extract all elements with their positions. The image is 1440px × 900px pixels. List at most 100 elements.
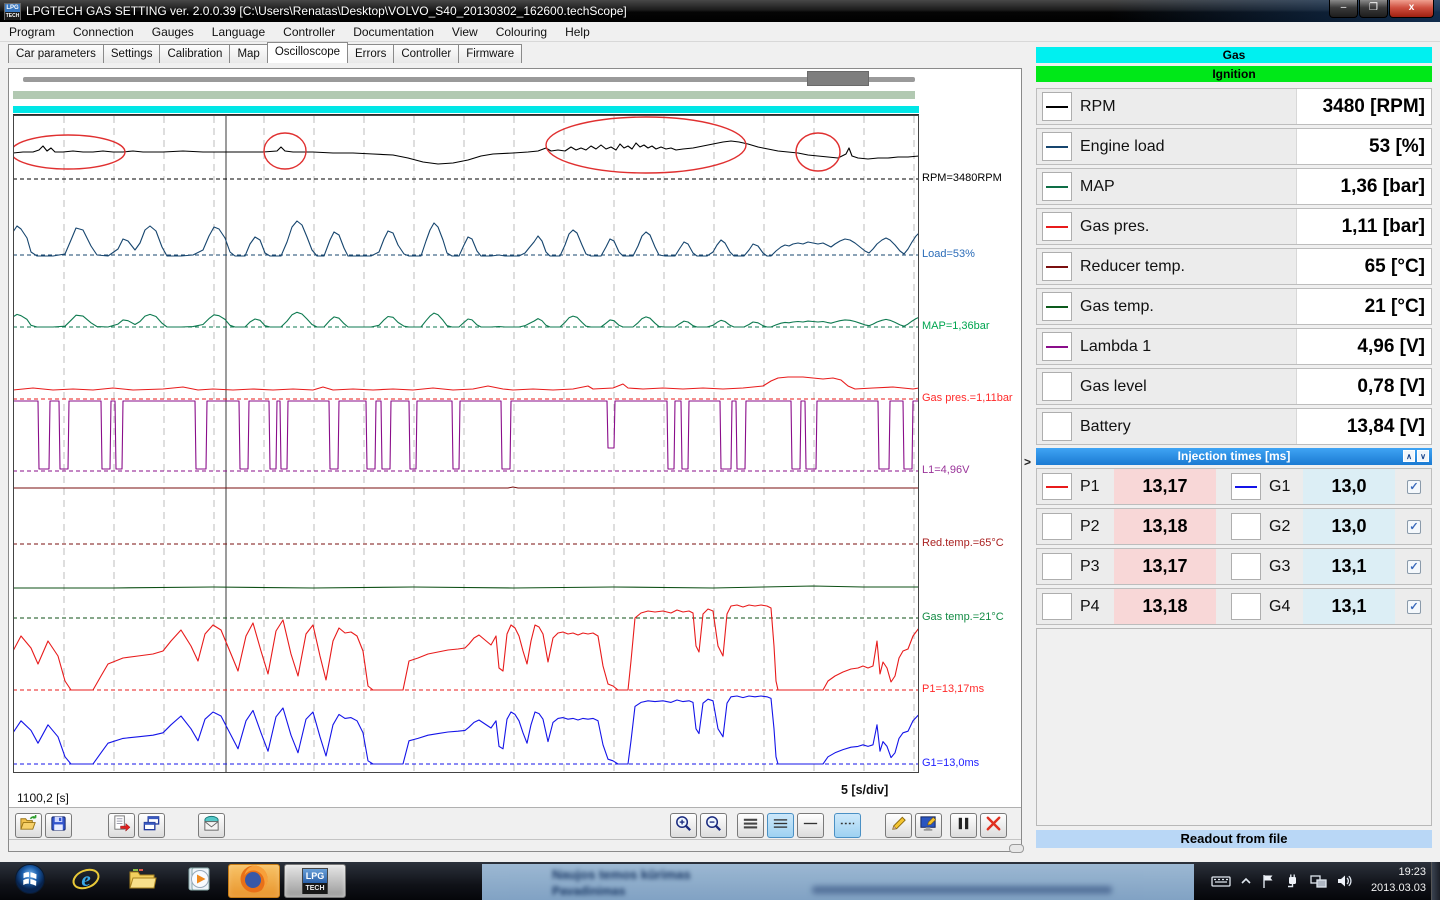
background-window-title: Naujos temos kūrimas: [552, 867, 691, 882]
screen: LPG TECH LPGTECH GAS SETTING ver. 2.0.0.…: [0, 0, 1440, 900]
taskbar-windows-explorer-button[interactable]: [116, 864, 168, 898]
taskbar-lpgtech-button[interactable]: LPGTECH: [284, 864, 346, 898]
export-report-icon: [112, 814, 131, 838]
send-mail-icon: [202, 814, 221, 838]
svg-text:e: e: [81, 867, 90, 891]
menu-view[interactable]: View: [443, 23, 487, 41]
petrol-color-swatch: [1042, 473, 1072, 500]
line-dotted-icon: [838, 814, 857, 838]
taskbar-start-button[interactable]: [4, 864, 56, 898]
tray-keyboard-icon[interactable]: [1211, 873, 1231, 889]
tab-controller[interactable]: Controller: [393, 44, 459, 63]
system-tray: [1211, 862, 1352, 900]
line-thick-button[interactable]: [737, 813, 764, 838]
gauge-value: 13,84 [V]: [1296, 409, 1431, 444]
trace-label-gas_temp: Gas temp.=21°C: [922, 611, 1004, 623]
show-desktop-button[interactable]: [1431, 862, 1440, 900]
oscilloscope-plot[interactable]: [13, 106, 919, 773]
tab-map[interactable]: Map: [229, 44, 267, 63]
pause-button[interactable]: [950, 813, 977, 838]
tab-car-parameters[interactable]: Car parameters: [8, 44, 104, 63]
time-scrollbar-track[interactable]: [23, 77, 915, 82]
pencil-button[interactable]: [885, 813, 912, 838]
line-medium-icon: [771, 814, 790, 838]
line-thin-button[interactable]: [797, 813, 824, 838]
trace-color-line: [1046, 306, 1068, 308]
gas-injection-value: 13,0: [1303, 469, 1395, 504]
panel-toggle-pill[interactable]: [1009, 844, 1024, 853]
cascade-windows-button[interactable]: [138, 813, 165, 838]
gauge-value: 53 [%]: [1296, 129, 1431, 164]
menu-connection[interactable]: Connection: [64, 23, 143, 41]
tray-power-icon[interactable]: [1284, 873, 1300, 889]
view-toolbar: [670, 813, 1007, 838]
close-x-icon: [984, 814, 1003, 838]
gauge-row: Gas temp.21 [°C]: [1036, 288, 1432, 325]
trace-color-line: [1046, 146, 1068, 148]
cylinder-enabled-checkbox[interactable]: ✓: [1407, 480, 1421, 494]
restore-button[interactable]: ❐: [1359, 0, 1388, 18]
trace-color-line: [1046, 266, 1068, 268]
taskbar-internet-explorer-button[interactable]: e: [60, 864, 112, 898]
taskbar-clock[interactable]: 19:23 2013.03.03: [1356, 864, 1426, 896]
menubar: ProgramConnectionGaugesLanguageControlle…: [0, 22, 1440, 42]
tab-errors[interactable]: Errors: [347, 44, 394, 63]
close-button[interactable]: x: [1389, 0, 1434, 18]
screen-edit-button[interactable]: [915, 813, 942, 838]
zoom-in-button[interactable]: [670, 813, 697, 838]
taskbar-firefox-button[interactable]: [228, 864, 280, 898]
menu-colouring[interactable]: Colouring: [487, 23, 556, 41]
tray-volume-icon[interactable]: [1336, 873, 1352, 889]
empty-panel-area: [1036, 628, 1432, 826]
gas-color-swatch: [1231, 553, 1261, 580]
line-dotted-button[interactable]: [834, 813, 861, 838]
petrol-cylinder-label: P2: [1080, 518, 1114, 536]
menu-language[interactable]: Language: [203, 23, 274, 41]
open-file-button[interactable]: [15, 813, 42, 838]
save-file-icon: [49, 814, 68, 838]
export-report-button[interactable]: [108, 813, 135, 838]
trace-label-rpm: RPM=3480RPM: [922, 172, 1002, 184]
trace-color-swatch: [1042, 292, 1072, 321]
injection-scroll-up-button[interactable]: ∧: [1403, 450, 1415, 462]
tab-oscilloscope[interactable]: Oscilloscope: [267, 42, 348, 63]
trace-color-line: [1046, 106, 1068, 108]
tray-flag-icon[interactable]: [1261, 873, 1275, 889]
cylinder-enabled-checkbox[interactable]: ✓: [1407, 600, 1421, 614]
tab-calibration[interactable]: Calibration: [159, 44, 230, 63]
tab-firmware[interactable]: Firmware: [458, 44, 522, 63]
cylinder-enabled-checkbox[interactable]: ✓: [1407, 560, 1421, 574]
background-window-field-label: Pavadinimas: [552, 884, 625, 898]
save-file-button[interactable]: [45, 813, 72, 838]
line-medium-button[interactable]: [767, 813, 794, 838]
menu-gauges[interactable]: Gauges: [143, 23, 203, 41]
time-scrollbar-handle[interactable]: [807, 71, 869, 86]
cylinder-enabled-checkbox[interactable]: ✓: [1407, 520, 1421, 534]
menu-documentation[interactable]: Documentation: [344, 23, 443, 41]
injection-row: P313,17G313,1✓: [1036, 548, 1432, 585]
gauge-label: MAP: [1080, 178, 1296, 196]
expand-panel-button[interactable]: >: [1024, 455, 1031, 469]
send-mail-button[interactable]: [198, 813, 225, 838]
taskbar-media-player-button[interactable]: [172, 864, 224, 898]
petrol-color-swatch: [1042, 593, 1072, 620]
petrol-injection-value: 13,17: [1114, 469, 1216, 504]
menu-program[interactable]: Program: [0, 23, 64, 41]
tab-settings[interactable]: Settings: [103, 44, 161, 63]
tray-chevron-up-icon[interactable]: [1240, 875, 1252, 887]
tray-network-icon[interactable]: [1309, 873, 1327, 889]
menu-controller[interactable]: Controller: [274, 23, 344, 41]
gauge-value: 4,96 [V]: [1296, 329, 1431, 364]
petrol-injection-value: 13,17: [1114, 549, 1216, 584]
minimize-button[interactable]: –: [1329, 0, 1358, 18]
gas-cylinder-label: G1: [1269, 478, 1303, 496]
buffer-progress-bar: [13, 91, 915, 99]
injection-scroll-down-button[interactable]: ∨: [1417, 450, 1429, 462]
menu-help[interactable]: Help: [556, 23, 599, 41]
gas-injection-value: 13,0: [1303, 509, 1395, 544]
gas-status-banner: Gas: [1036, 47, 1432, 63]
gauge-label: Engine load: [1080, 138, 1296, 156]
trace-color-line: [1046, 346, 1068, 348]
close-x-button[interactable]: [980, 813, 1007, 838]
zoom-out-button[interactable]: [700, 813, 727, 838]
